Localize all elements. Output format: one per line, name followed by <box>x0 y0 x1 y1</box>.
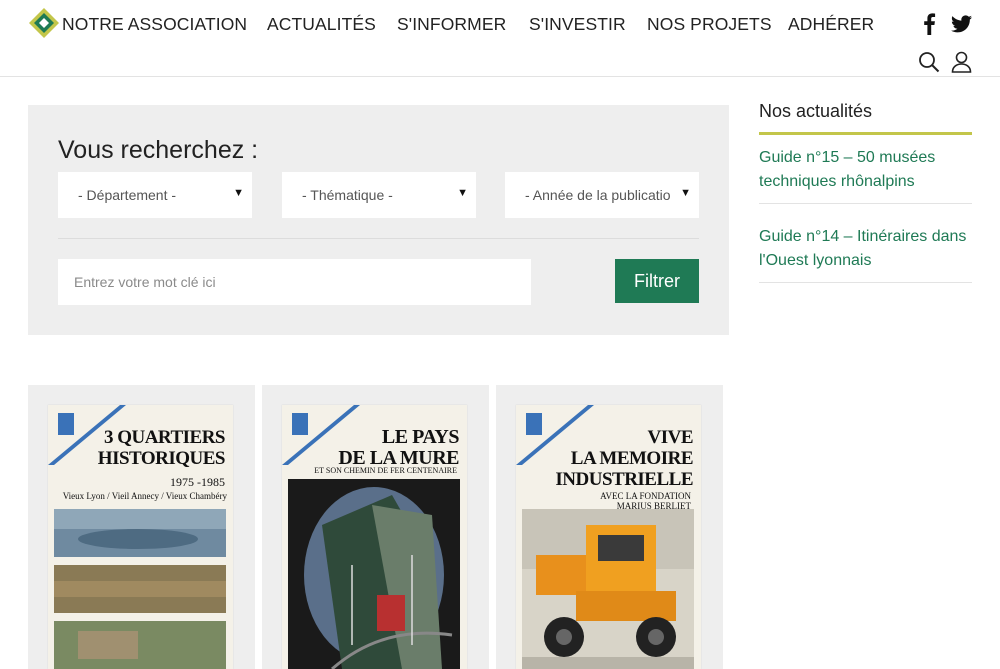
thematique-select[interactable]: - Thématique - ▼ <box>282 172 476 218</box>
sidebar-separator <box>759 203 972 204</box>
search-divider <box>58 238 699 239</box>
dropdown-arrow-icon: ▼ <box>233 187 244 199</box>
search-panel: Vous recherchez : - Département - ▼ - Th… <box>28 105 729 335</box>
nav-item-s-informer[interactable]: S'INFORMER <box>397 14 506 35</box>
cover-subtitle: Vieux Lyon / Vieil Annecy / Vieux Chambé… <box>62 491 227 501</box>
thematique-select-value: - Thématique - <box>302 187 393 203</box>
twitter-icon[interactable] <box>951 15 972 33</box>
sidebar-news-link[interactable]: Guide n°15 – 50 musées techniques rhônal… <box>759 146 972 194</box>
book-cover-vive-la-memoire-industrielle[interactable]: VIVE LA MEMOIRE INDUSTRIELLE AVEC LA FON… <box>516 405 701 669</box>
departement-select[interactable]: - Département - ▼ <box>58 172 252 218</box>
sidebar-title-underline <box>759 132 972 135</box>
sidebar-news-link[interactable]: Guide n°14 – Itinéraires dans l'Ouest ly… <box>759 225 972 273</box>
cover-title: VIVE LA MEMOIRE INDUSTRIELLE <box>555 427 693 490</box>
site-header: NOTRE ASSOCIATION ACTUALITÉS S'INFORMER … <box>0 0 1000 77</box>
dropdown-arrow-icon: ▼ <box>680 187 691 199</box>
cover-subtitle: ET SON CHEMIN DE FER CENTENAIRE <box>314 466 457 475</box>
cover-subtitle: AVEC LA FONDATION <box>600 491 691 501</box>
cover-title: LE PAYS DE LA MURE <box>338 426 459 469</box>
search-title: Vous recherchez : <box>58 136 259 164</box>
sidebar-title: Nos actualités <box>759 101 873 121</box>
publication-card[interactable]: VIVE LA MEMOIRE INDUSTRIELLE AVEC LA FON… <box>496 385 723 669</box>
cover-subtitle-2: MARIUS BERLIET <box>616 501 691 511</box>
cover-years: 1975 -1985 <box>170 475 225 489</box>
cover-title: 3 QUARTIERS HISTORIQUES <box>97 427 226 469</box>
facebook-icon[interactable] <box>922 13 936 35</box>
annee-select-value: - Année de la publicatio <box>525 187 671 203</box>
keyword-input[interactable] <box>58 259 531 305</box>
nav-item-nos-projets[interactable]: NOS PROJETS <box>647 14 772 35</box>
nav-item-s-investir[interactable]: S'INVESTIR <box>529 14 626 35</box>
filter-button[interactable]: Filtrer <box>615 259 699 303</box>
nav-item-actualites[interactable]: ACTUALITÉS <box>267 14 376 35</box>
book-cover-3-quartiers[interactable]: 3 QUARTIERS HISTORIQUES 1975 -1985 Vieux… <box>48 405 233 669</box>
user-icon[interactable] <box>951 51 972 73</box>
departement-select-value: - Département - <box>78 187 177 203</box>
book-cover-pays-de-la-mure[interactable]: LE PAYS DE LA MURE ET SON CHEMIN DE FER … <box>282 405 467 669</box>
publication-card[interactable]: LE PAYS DE LA MURE ET SON CHEMIN DE FER … <box>262 385 489 669</box>
search-icon[interactable] <box>918 51 940 73</box>
nav-item-adherer[interactable]: ADHÉRER <box>788 14 874 35</box>
association-logo-icon[interactable] <box>29 8 59 38</box>
annee-select[interactable]: - Année de la publicatio ▼ <box>505 172 699 218</box>
sidebar-separator <box>759 282 972 283</box>
publication-card[interactable]: 3 QUARTIERS HISTORIQUES 1975 -1985 Vieux… <box>28 385 255 669</box>
dropdown-arrow-icon: ▼ <box>457 187 468 199</box>
nav-item-notre-association[interactable]: NOTRE ASSOCIATION <box>62 14 247 35</box>
